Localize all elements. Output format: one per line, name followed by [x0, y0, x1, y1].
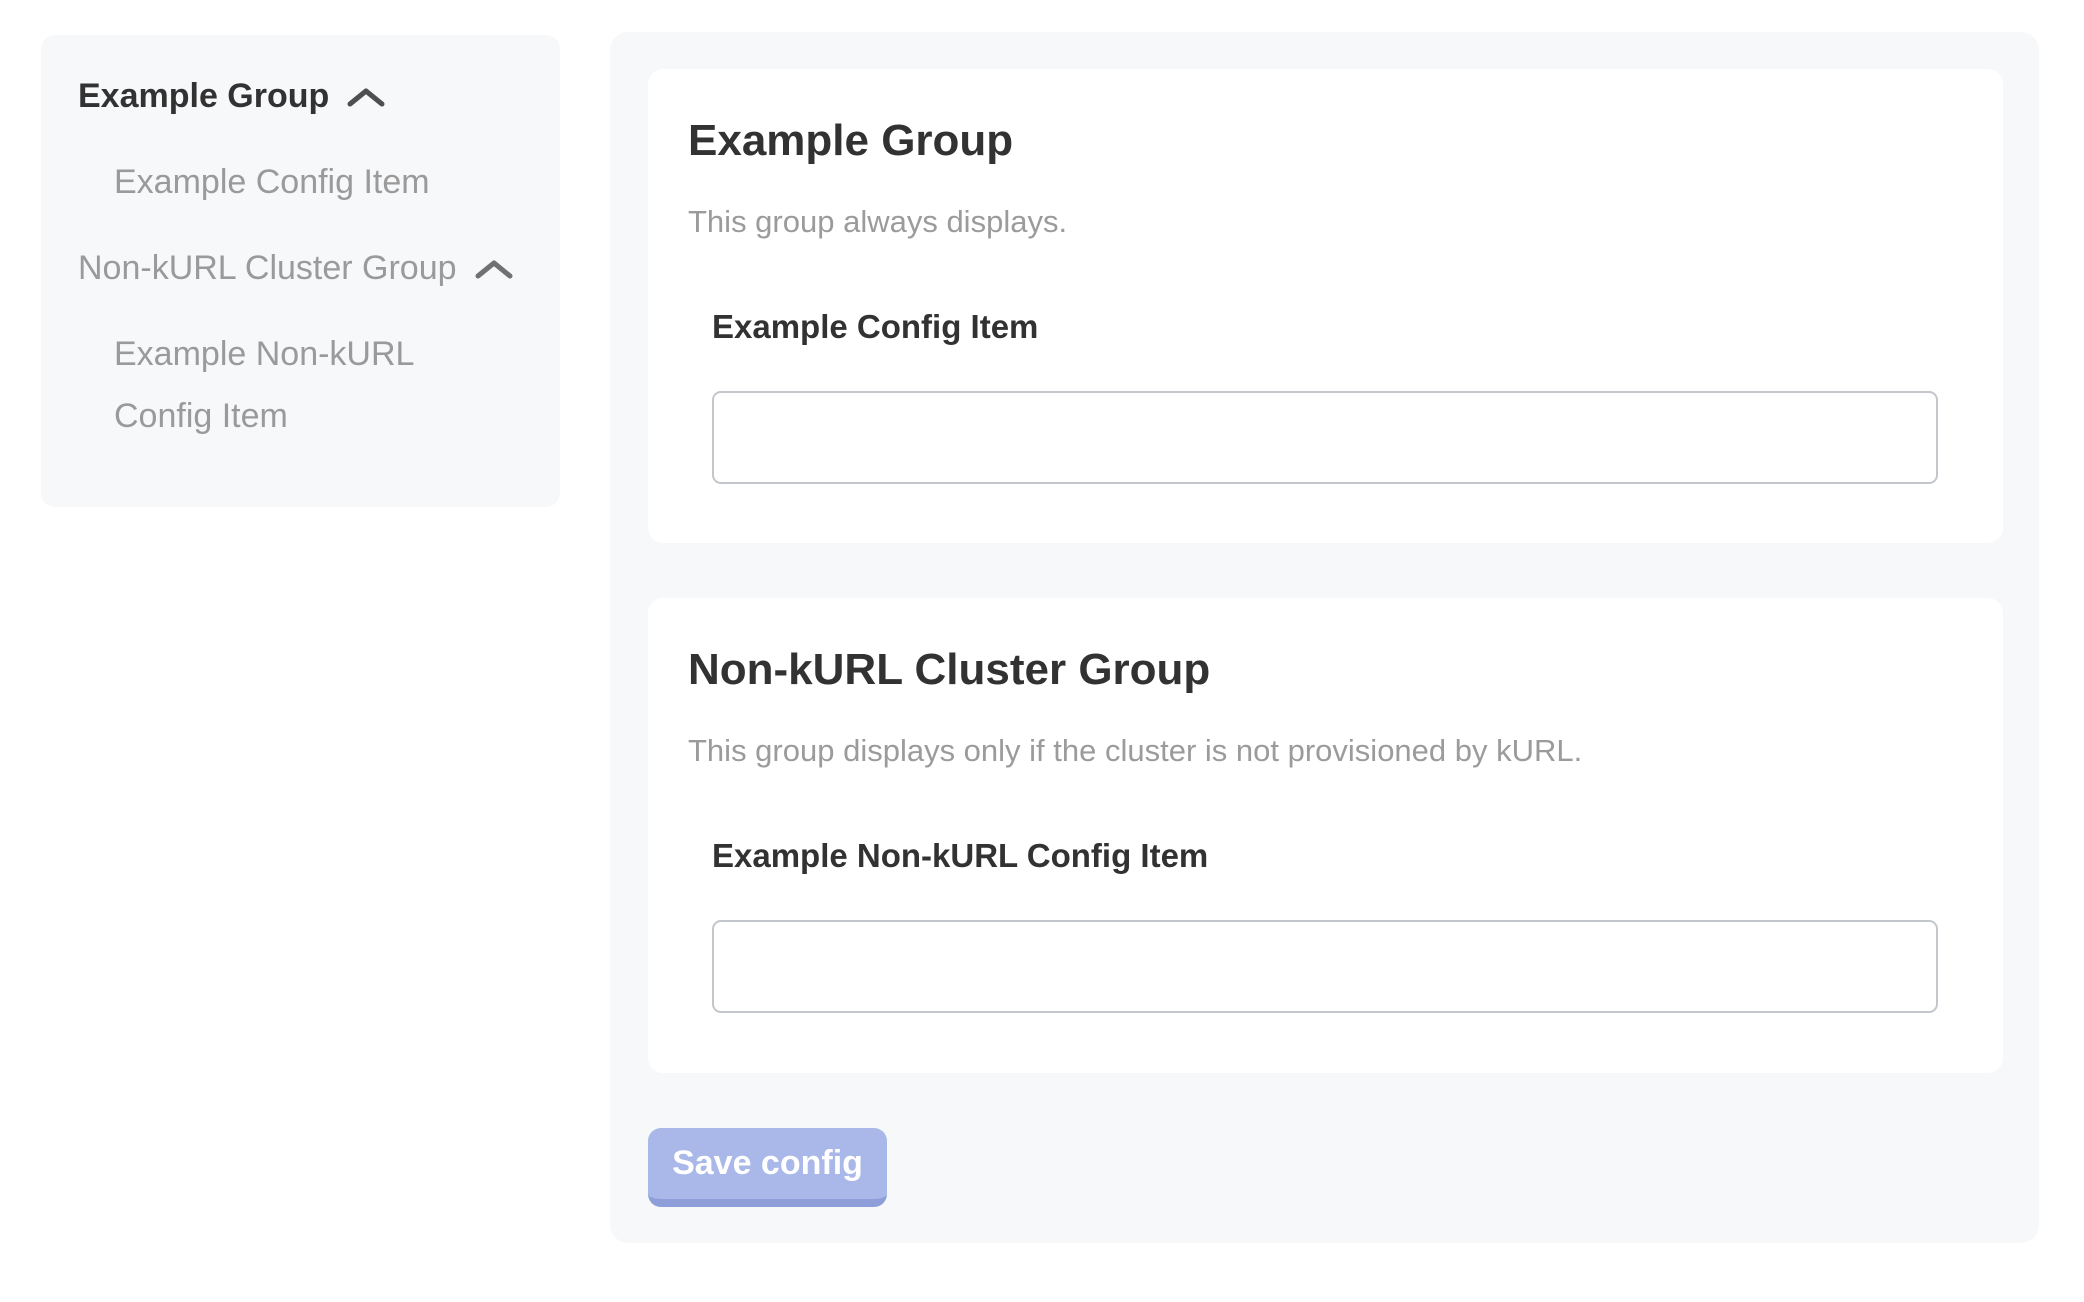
sidebar-group-non-kurl-cluster-group[interactable]: Non-kURL Cluster Group — [78, 237, 532, 299]
group-description: This group displays only if the cluster … — [688, 731, 1938, 771]
sidebar-group-label: Non-kURL Cluster Group — [78, 237, 457, 299]
group-title: Example Group — [688, 119, 1938, 163]
config-item: Example Config Item — [712, 307, 1938, 484]
config-group-card-example-group: Example Group This group always displays… — [648, 69, 2003, 543]
sidebar-item-example-non-kurl-config-item[interactable]: Example Non-kURL Config Item — [78, 323, 468, 447]
config-item-label: Example Non-kURL Config Item — [712, 836, 1938, 876]
sidebar-item-label: Example Non-kURL Config Item — [114, 335, 413, 435]
example-config-item-input[interactable] — [712, 391, 1938, 484]
sidebar-item-label: Example Config Item — [114, 163, 430, 201]
config-item: Example Non-kURL Config Item — [712, 836, 1938, 1013]
config-nav-sidebar: Example Group Example Config Item Non-kU… — [41, 35, 560, 507]
chevron-up-icon — [475, 259, 513, 281]
save-config-button[interactable]: Save config — [648, 1128, 887, 1207]
chevron-up-icon — [347, 87, 385, 109]
sidebar-group-example-group[interactable]: Example Group — [78, 65, 532, 127]
sidebar-item-example-config-item[interactable]: Example Config Item — [78, 151, 468, 213]
sidebar-group-label: Example Group — [78, 65, 329, 127]
group-description: This group always displays. — [688, 202, 1938, 242]
group-title: Non-kURL Cluster Group — [688, 648, 1938, 692]
config-main-panel: Example Group This group always displays… — [610, 32, 2039, 1243]
config-group-card-non-kurl-cluster-group: Non-kURL Cluster Group This group displa… — [648, 598, 2003, 1073]
example-non-kurl-config-item-input[interactable] — [712, 920, 1938, 1013]
config-item-label: Example Config Item — [712, 307, 1938, 347]
